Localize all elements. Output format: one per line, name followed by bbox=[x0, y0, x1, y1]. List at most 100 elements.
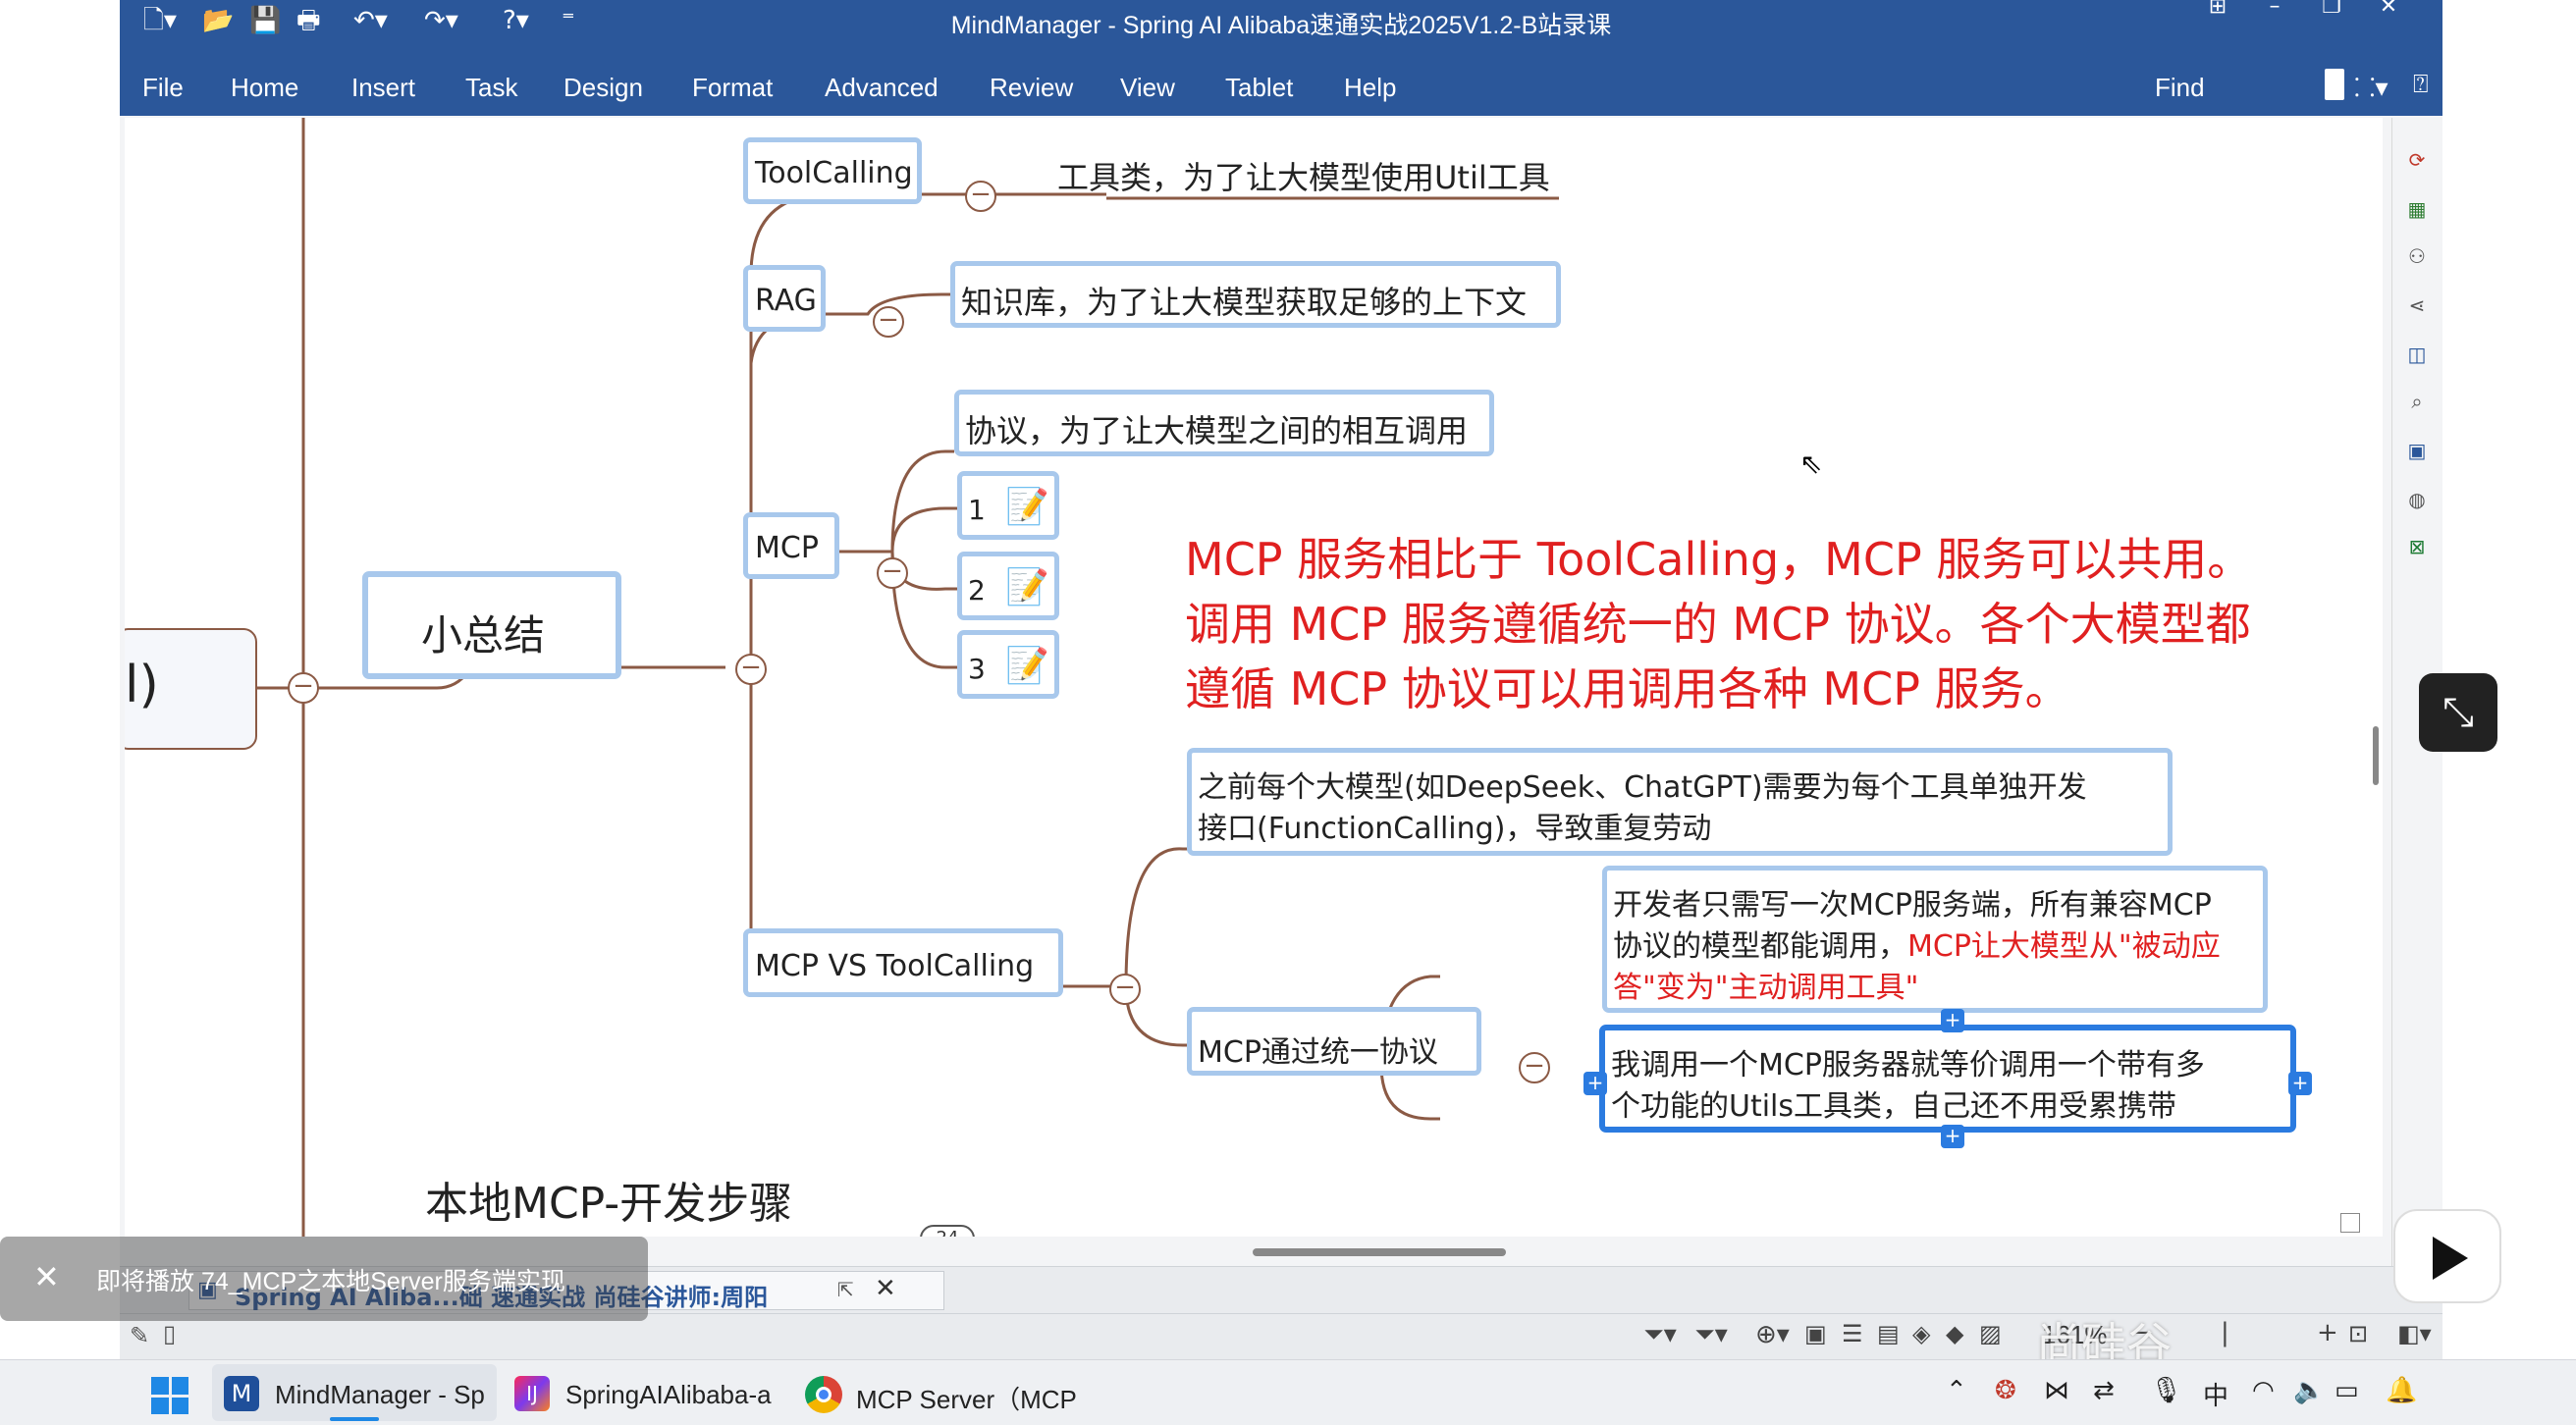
volume-icon[interactable]: 🔈 bbox=[2293, 1376, 2325, 1405]
tray-app-icon[interactable]: ❂ bbox=[1995, 1376, 2016, 1405]
menu-home[interactable]: Home bbox=[231, 73, 298, 103]
menu-advanced[interactable]: Advanced bbox=[825, 73, 939, 103]
find-button[interactable]: Find bbox=[2155, 73, 2205, 103]
red-note-line-1[interactable]: MCP 服务相比于 ToolCalling，MCP 服务可以共用。 bbox=[1185, 524, 2252, 589]
taskbar-item-chrome[interactable]: MCP Server（MCP bbox=[801, 1364, 1077, 1421]
mouse-mode-icon[interactable]: ▯ bbox=[163, 1320, 176, 1347]
collapse-mcp-button[interactable]: − bbox=[877, 557, 908, 589]
close-tab-icon[interactable]: ✕ bbox=[875, 1274, 896, 1303]
collapse-summary-button[interactable]: − bbox=[735, 654, 767, 685]
layout-icon[interactable]: ⸬▾ bbox=[2354, 69, 2388, 104]
minimize-button[interactable]: – bbox=[2246, 0, 2303, 20]
mcp-sub-node-1[interactable]: 1 📝 bbox=[957, 471, 1059, 540]
collapse-central-button[interactable]: − bbox=[288, 672, 319, 704]
outline-view-icon[interactable]: ☰ bbox=[1842, 1320, 1863, 1347]
mcp-sub-label-1: 1 bbox=[968, 494, 986, 526]
contacts-icon[interactable]: ⚇ bbox=[2402, 241, 2432, 271]
microphone-icon[interactable]: 🎙 bbox=[2150, 1376, 2182, 1405]
menu-tablet[interactable]: Tablet bbox=[1225, 73, 1293, 103]
tray-media-icon[interactable]: ⋈ bbox=[2044, 1376, 2069, 1405]
filter-icon[interactable]: ⏷▾ bbox=[1643, 1320, 1677, 1350]
next-topic-label[interactable]: 本地MCP-开发步骤 bbox=[425, 1168, 792, 1231]
toolcalling-topic-node[interactable]: ToolCalling bbox=[743, 137, 922, 204]
expand-level-icon[interactable]: ⊕▾ bbox=[1755, 1320, 1790, 1349]
window-title: MindManager - Spring AI Alibaba速通实战2025V… bbox=[950, 12, 1612, 39]
mcp-desc-node[interactable]: 协议，为了让大模型之间的相互调用 bbox=[954, 390, 1494, 456]
map-parts-icon[interactable]: ⟳ bbox=[2402, 145, 2432, 175]
restore-button[interactable]: ❐ bbox=[2303, 0, 2360, 20]
map-view-icon[interactable]: ▣ bbox=[1804, 1320, 1827, 1347]
selected-equivalent-utils-node[interactable]: 我调用一个MCP服务器就等价调用一个带有多 个功能的Utils工具类，自己还不用… bbox=[1583, 1009, 2312, 1148]
link-view-icon[interactable]: ◆ bbox=[1946, 1320, 1963, 1347]
pen-icon[interactable]: ✎ bbox=[130, 1322, 149, 1349]
bilibili-play-button[interactable] bbox=[2393, 1209, 2501, 1303]
collapse-vs-button[interactable]: − bbox=[1109, 974, 1141, 1005]
add-topic-right-handle[interactable]: + bbox=[2288, 1072, 2312, 1095]
map-index-icon[interactable]: ▣ bbox=[2402, 436, 2432, 465]
ribbon-options-icon[interactable] bbox=[2325, 69, 2344, 100]
taskbar-item-intellij[interactable]: IJ SpringAIAlibaba-a bbox=[510, 1364, 785, 1421]
calendar-icon[interactable]: ▦ bbox=[2402, 194, 2432, 224]
mcp-vs-toolcalling-topic-node[interactable]: MCP VS ToolCalling bbox=[743, 928, 1063, 997]
vertical-scrollbar-thumb[interactable] bbox=[2373, 726, 2379, 785]
share-icon[interactable]: ⋖ bbox=[2402, 290, 2432, 320]
overview-icon[interactable] bbox=[2340, 1213, 2360, 1233]
menu-insert[interactable]: Insert bbox=[351, 73, 415, 103]
taskbar-item-mindmanager[interactable]: M MindManager - Sp bbox=[212, 1364, 497, 1421]
presentation-view-icon[interactable]: ▨ bbox=[1979, 1320, 2002, 1347]
mcp-sub-node-3[interactable]: 3 📝 bbox=[957, 630, 1059, 699]
gantt-view-icon[interactable]: ▤ bbox=[1877, 1320, 1900, 1347]
close-button[interactable]: ✕ bbox=[2360, 0, 2417, 20]
windows-start-icon[interactable] bbox=[151, 1377, 188, 1414]
add-topic-top-handle[interactable]: + bbox=[1941, 1009, 1964, 1032]
filter-edit-icon[interactable]: ⏷▾ bbox=[1694, 1320, 1728, 1350]
battery-icon[interactable]: ▭ bbox=[2334, 1376, 2359, 1405]
mcp-sub-node-2[interactable]: 2 📝 bbox=[957, 552, 1059, 620]
tray-overflow-icon[interactable]: ⌃ bbox=[1946, 1376, 1967, 1405]
tray-transfer-icon[interactable]: ⇄ bbox=[2093, 1376, 2115, 1405]
map-canvas[interactable]: l) − 小总结 − ToolCalling − 工具类，为了让大模型使用Uti… bbox=[125, 118, 2383, 1237]
collapse-unified-button[interactable]: − bbox=[1519, 1052, 1550, 1083]
rag-topic-node[interactable]: RAG bbox=[743, 265, 826, 332]
developer-once-node[interactable]: 开发者只需写一次MCP服务端，所有兼容MCP 协议的模型都能调用，MCP让大模型… bbox=[1602, 866, 2268, 1013]
menu-file[interactable]: File bbox=[142, 73, 184, 103]
horizontal-scrollbar-thumb[interactable] bbox=[1253, 1248, 1506, 1256]
browser-icon[interactable]: ◫ bbox=[2402, 340, 2432, 369]
menu-task[interactable]: Task bbox=[465, 73, 517, 103]
notification-bell-icon[interactable]: 🔔 bbox=[2386, 1376, 2417, 1405]
zoom-slider-icon[interactable]: | bbox=[2221, 1318, 2229, 1347]
ribbon-toggle-icon[interactable]: ⊞ bbox=[2189, 0, 2246, 20]
menu-review[interactable]: Review bbox=[990, 73, 1073, 103]
detach-tab-icon[interactable]: ⇱ bbox=[837, 1278, 854, 1301]
red-note-line-2[interactable]: 调用 MCP 服务遵循统一的 MCP 协议。各个大模型都 bbox=[1185, 589, 2251, 654]
mcp-topic-node[interactable]: MCP bbox=[743, 512, 839, 579]
add-topic-bottom-handle[interactable]: + bbox=[1941, 1125, 1964, 1148]
rag-desc-node[interactable]: 知识库，为了让大模型获取足够的上下文 bbox=[950, 261, 1561, 328]
unified-protocol-node[interactable]: MCP通过统一协议 bbox=[1187, 1007, 1481, 1076]
menu-view[interactable]: View bbox=[1120, 73, 1175, 103]
help-question-icon[interactable]: ⍰ bbox=[2413, 69, 2429, 100]
menu-design[interactable]: Design bbox=[564, 73, 643, 103]
collapse-toolcalling-button[interactable]: − bbox=[965, 181, 996, 212]
excel-icon[interactable]: ⊠ bbox=[2402, 532, 2432, 561]
add-topic-left-handle[interactable]: + bbox=[1583, 1072, 1607, 1095]
fit-map-icon[interactable]: ⊡ bbox=[2348, 1320, 2368, 1347]
close-notice-icon[interactable]: ✕ bbox=[33, 1258, 60, 1295]
exit-fullscreen-icon[interactable]: ⤡ bbox=[2419, 673, 2497, 752]
ime-indicator[interactable]: 中 bbox=[2203, 1376, 2228, 1412]
rag-topic-label: RAG bbox=[755, 284, 817, 318]
globe-icon[interactable]: ◍ bbox=[2402, 485, 2432, 514]
schedule-view-icon[interactable]: ◈ bbox=[1912, 1320, 1930, 1347]
red-note-line-3[interactable]: 遵循 MCP 协议可以用调用各种 MCP 服务。 bbox=[1185, 654, 2070, 718]
menu-format[interactable]: Format bbox=[692, 73, 773, 103]
zoom-in-icon[interactable]: + bbox=[2317, 1318, 2338, 1347]
collapse-rag-button[interactable]: − bbox=[873, 306, 904, 338]
summary-topic-node[interactable]: 小总结 bbox=[362, 571, 621, 679]
before-mcp-node[interactable]: 之前每个大模型(如DeepSeek、ChatGPT)需要为每个工具单独开发 接口… bbox=[1187, 748, 2173, 856]
search-icon[interactable]: ⌕ bbox=[2402, 387, 2432, 416]
menu-help[interactable]: Help bbox=[1344, 73, 1396, 103]
toolcalling-desc-text[interactable]: 工具类，为了让大模型使用Util工具 bbox=[1057, 153, 1550, 198]
wifi-icon[interactable]: ◠ bbox=[2252, 1376, 2275, 1405]
panel-toggle-icon[interactable]: ◧▾ bbox=[2397, 1320, 2432, 1347]
central-topic-node[interactable]: l) bbox=[125, 628, 257, 750]
